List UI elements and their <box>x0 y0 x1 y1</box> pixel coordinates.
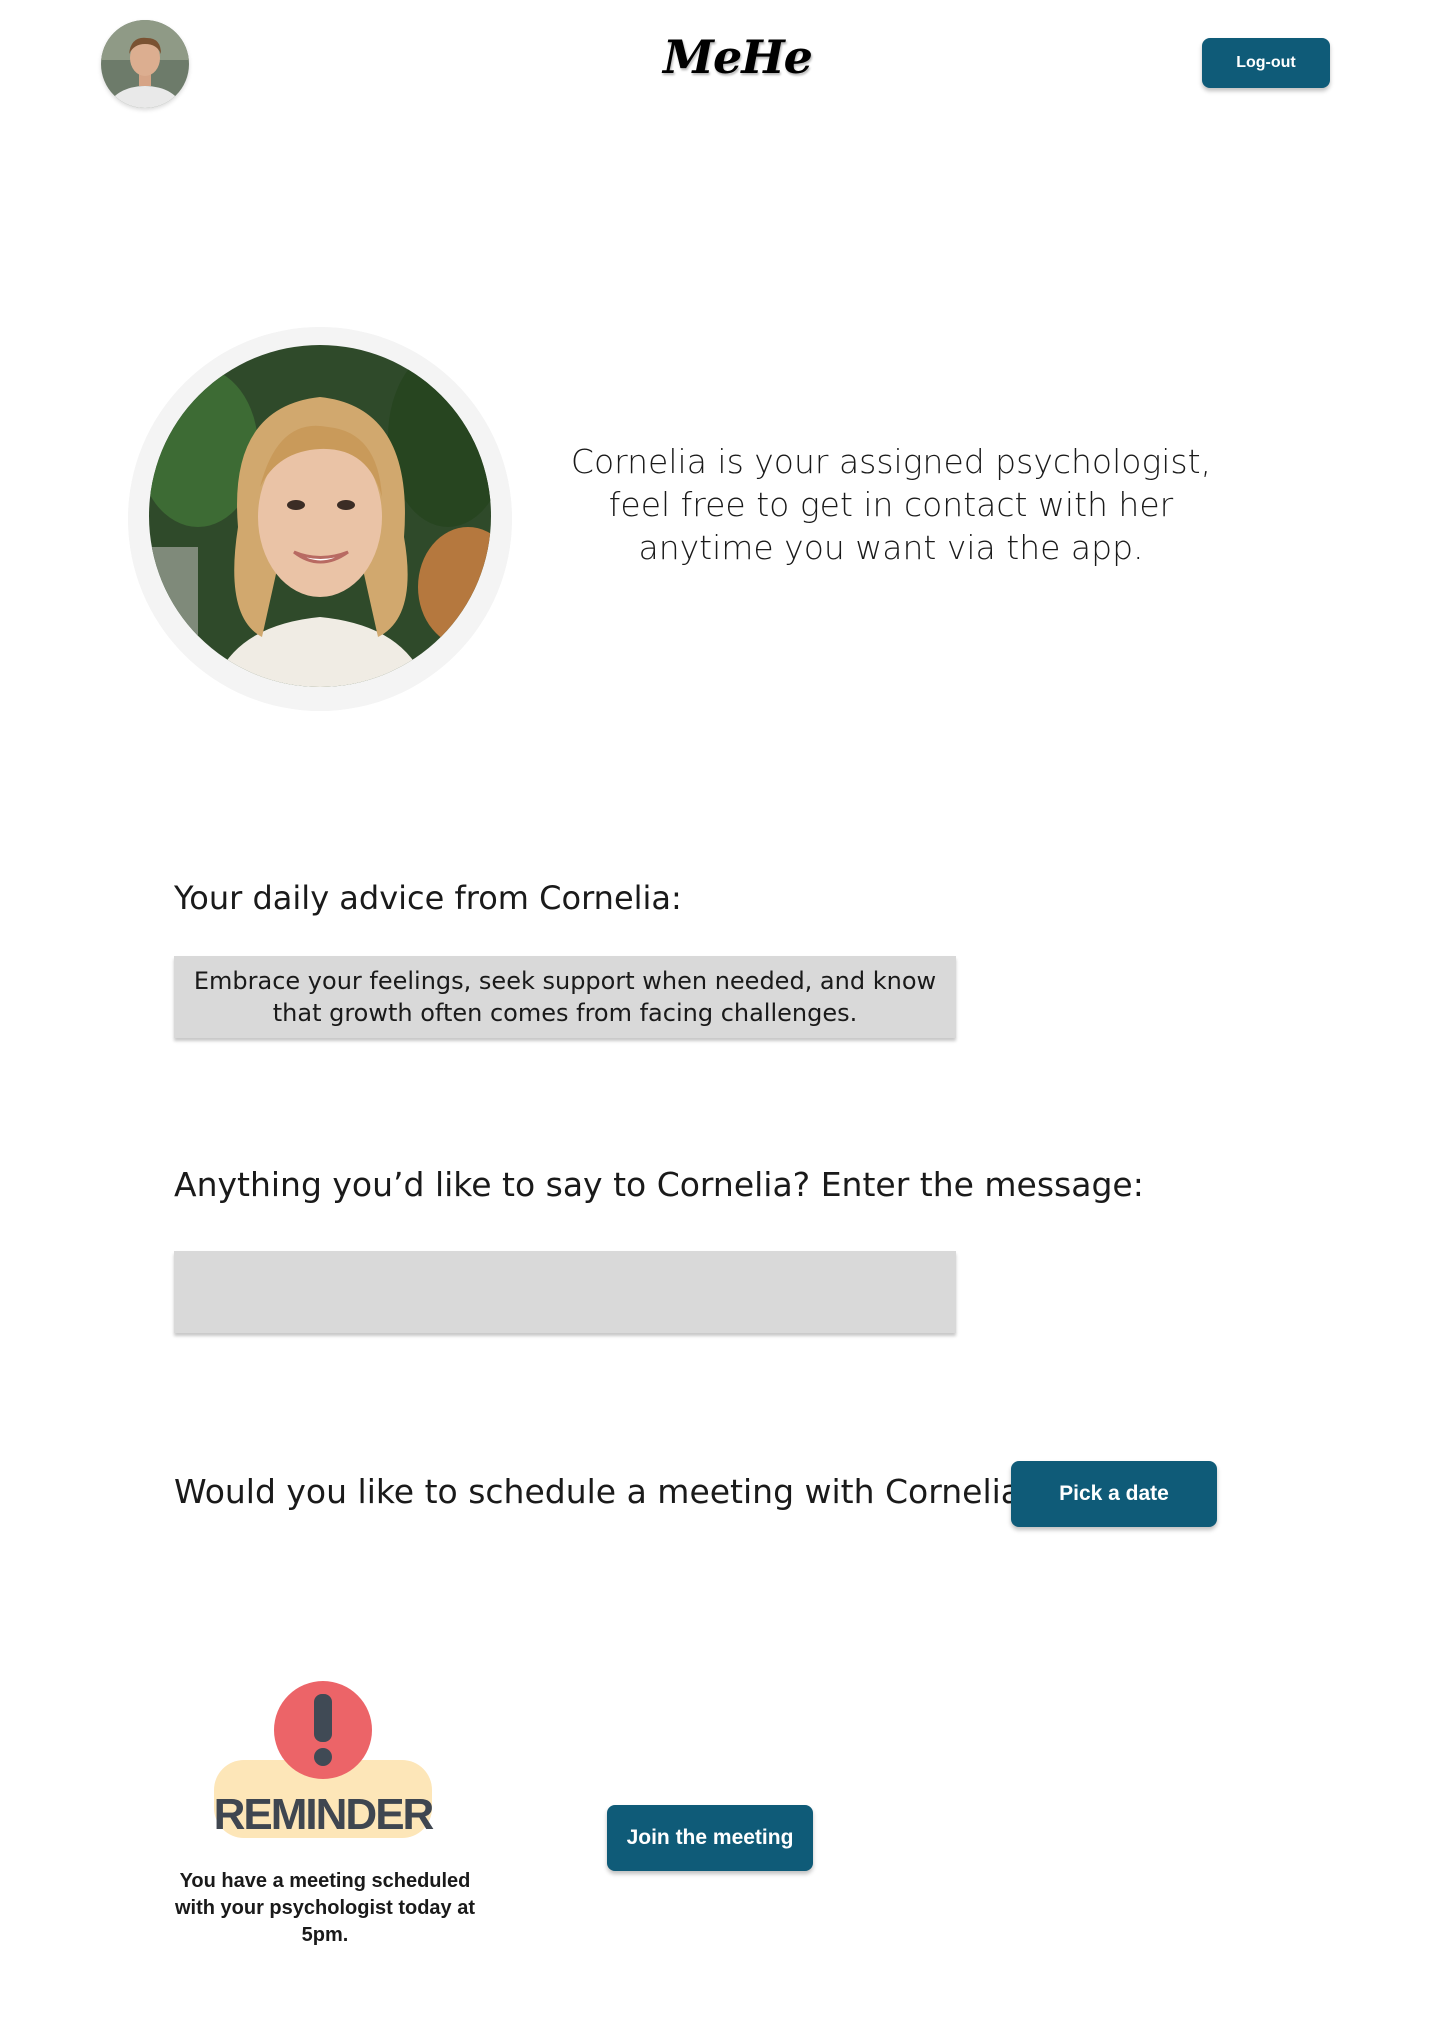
reminder-badge: REMINDER <box>210 1680 436 1846</box>
join-meeting-button[interactable]: Join the meeting <box>607 1805 813 1871</box>
logout-button[interactable]: Log-out <box>1202 38 1330 88</box>
exclamation-reminder-icon: REMINDER <box>214 1681 436 1839</box>
message-input[interactable] <box>174 1251 956 1333</box>
psychologist-photo-icon <box>128 327 512 711</box>
psychologist-photo <box>128 327 512 711</box>
reminder-badge-text: REMINDER <box>214 1790 434 1839</box>
daily-advice-box: Embrace your feelings, seek support when… <box>174 956 956 1038</box>
daily-advice-text: Embrace your feelings, seek support when… <box>193 967 937 1027</box>
psychologist-intro-text: Cornelia is your assigned psychologist, … <box>570 442 1212 567</box>
reminder-text: You have a meeting scheduled with your p… <box>174 1870 476 1946</box>
schedule-question: Would you like to schedule a meeting wit… <box>174 1472 1039 1511</box>
pick-date-button[interactable]: Pick a date <box>1011 1461 1217 1527</box>
daily-advice-heading: Your daily advice from Cornelia: <box>174 879 682 917</box>
message-heading: Anything you’d like to say to Cornelia? … <box>174 1165 1144 1204</box>
